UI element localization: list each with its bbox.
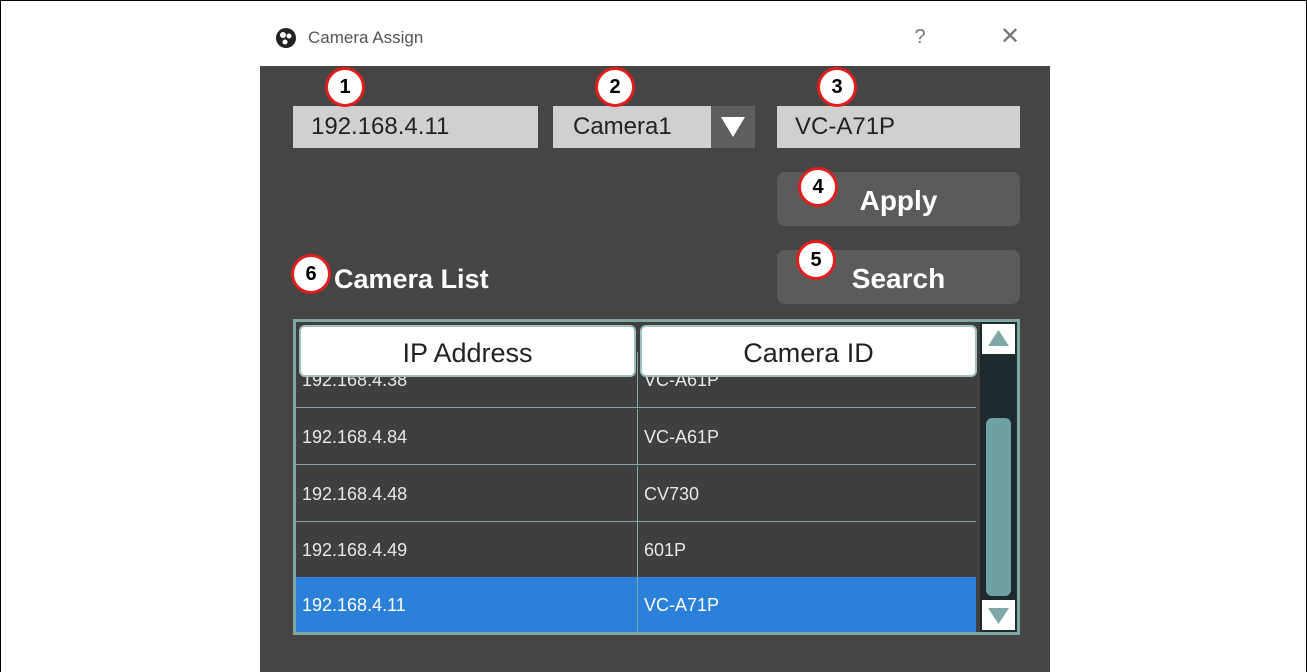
triangle-down-icon — [988, 608, 1009, 624]
camera-model-field[interactable]: VC-A71P — [777, 106, 1020, 148]
table-row-selected[interactable]: 192.168.4.11 VC-A71P — [296, 577, 976, 632]
callout-badge-6: 6 — [291, 254, 331, 294]
camera-select-dropdown[interactable]: Camera1 — [553, 106, 755, 148]
callout-badge-3: 3 — [817, 67, 857, 107]
help-button[interactable]: ? — [900, 22, 940, 52]
table-header: IP Address Camera ID — [299, 325, 979, 379]
scrollbar-thumb[interactable] — [986, 418, 1011, 596]
camera-list-table: 192.168.4.38 VC-A61P 192.168.4.84 VC-A61… — [293, 319, 1020, 635]
app-logo-icon — [276, 28, 296, 48]
row-camera-id: 601P — [644, 540, 687, 560]
close-button[interactable]: ✕ — [990, 22, 1030, 52]
row-camera-id: VC-A61P — [644, 427, 720, 447]
table-row[interactable]: 192.168.4.48 CV730 — [296, 466, 976, 522]
row-ip: 192.168.4.48 — [302, 484, 408, 504]
scroll-down-button[interactable] — [982, 600, 1015, 630]
callout-badge-5: 5 — [796, 240, 836, 280]
column-divider — [637, 409, 638, 465]
column-divider — [637, 522, 638, 578]
column-divider — [637, 577, 638, 632]
chevron-down-icon — [721, 117, 745, 137]
title-bar: Camera Assign ? ✕ — [260, 8, 1050, 66]
row-camera-id: CV730 — [644, 484, 700, 504]
callout-badge-2: 2 — [595, 67, 635, 107]
camera-assign-dialog: Camera Assign ? ✕ 192.168.4.11 Camera1 V… — [260, 8, 1050, 672]
scroll-up-button[interactable] — [982, 324, 1015, 354]
row-ip: 192.168.4.84 — [302, 427, 408, 447]
callout-badge-4: 4 — [798, 167, 838, 207]
table-row[interactable]: 192.168.4.49 601P — [296, 522, 976, 578]
row-ip: 192.168.4.49 — [302, 540, 408, 560]
ip-address-field[interactable]: 192.168.4.11 — [293, 106, 538, 148]
vertical-scrollbar[interactable] — [980, 322, 1017, 632]
column-divider — [637, 466, 638, 522]
callout-badge-1: 1 — [325, 67, 365, 107]
column-header-ip-address[interactable]: IP Address — [299, 325, 636, 377]
row-camera-id: VC-A71P — [644, 595, 720, 615]
camera-select-value: Camera1 — [573, 113, 672, 140]
row-ip: 192.168.4.11 — [302, 595, 406, 615]
column-header-camera-id[interactable]: Camera ID — [640, 325, 977, 377]
camera-list-title: Camera List — [334, 264, 489, 294]
window-title: Camera Assign — [308, 28, 424, 47]
dropdown-arrow-button[interactable] — [711, 106, 755, 148]
triangle-up-icon — [988, 330, 1009, 346]
table-row[interactable]: 192.168.4.84 VC-A61P — [296, 409, 976, 465]
